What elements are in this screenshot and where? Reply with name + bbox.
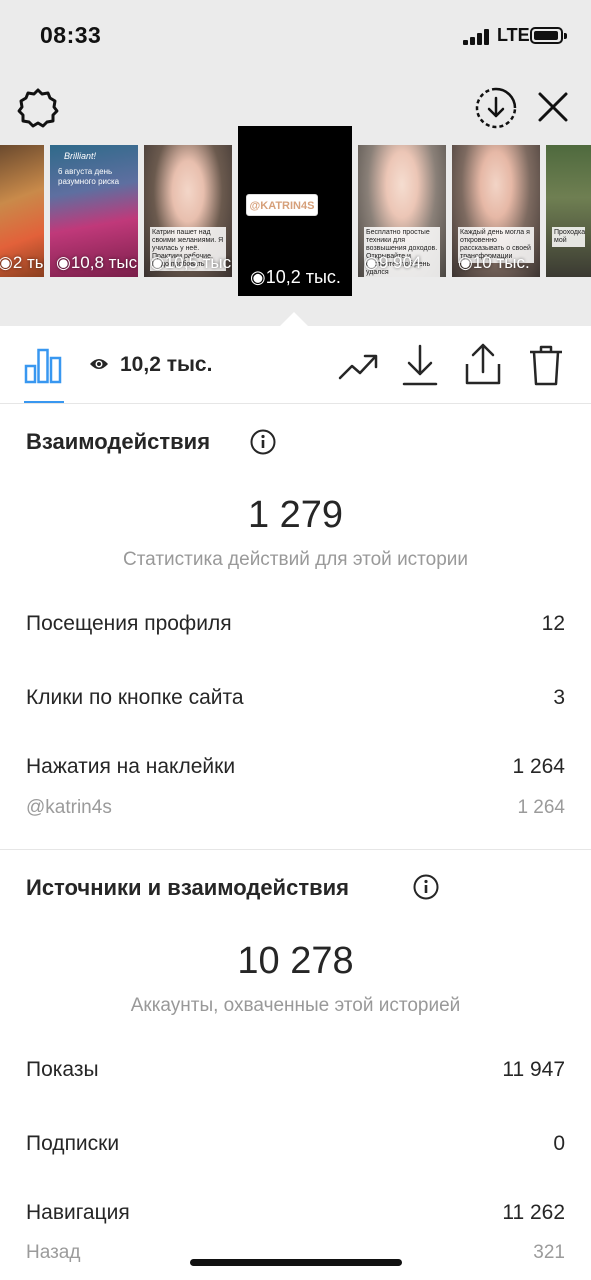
metric-label-follows: Подписки xyxy=(26,1132,120,1155)
story-caption-line: 6 августа день xyxy=(58,167,113,176)
metric-label-website-clicks: Клики по кнопке сайта xyxy=(26,686,244,709)
story-thumbnail[interactable]: ◉2 тыс. xyxy=(0,145,44,277)
metric-label-navigation: Навигация xyxy=(26,1201,130,1224)
download-circle-icon[interactable] xyxy=(474,86,518,130)
metric-label-sticker-taps: Нажатия на наклейки xyxy=(26,755,236,778)
network-label: LTE xyxy=(497,25,530,45)
metric-value-follows: 0 xyxy=(553,1132,565,1155)
story-view-count: ◉10 тыс. xyxy=(458,253,530,272)
eye-icon xyxy=(90,359,108,369)
story-view-count: ◉2 тыс. xyxy=(0,253,44,272)
view-count: 10,2 тыс. xyxy=(120,353,213,376)
metric-label-profile-visits: Посещения профиля xyxy=(26,612,232,635)
metric-label-impressions: Показы xyxy=(26,1058,99,1081)
story-thumbnail[interactable]: Бесплатно простые техники для возвышения… xyxy=(358,145,446,277)
interactions-subtitle: Статистика действий для этой истории xyxy=(122,549,469,570)
discovery-title: Источники и взаимодействия xyxy=(26,875,349,900)
story-view-count: ◉10,5 тыс. xyxy=(150,253,232,272)
sticker-mention-value: 1 264 xyxy=(517,797,565,818)
section-divider xyxy=(0,849,591,850)
sticker-mention-label[interactable]: @katrin4s xyxy=(26,797,112,819)
story-caption-line: разумного риска xyxy=(58,177,120,186)
promote-trend-icon[interactable] xyxy=(338,348,378,384)
close-icon[interactable] xyxy=(534,88,572,126)
metric-value-sticker-taps: 1 264 xyxy=(512,755,565,778)
story-action-bar: 10,2 тыс. xyxy=(0,326,591,404)
download-icon[interactable] xyxy=(402,344,438,386)
story-view-count: ◉10,8 тыс. xyxy=(56,253,138,272)
battery-icon xyxy=(530,27,567,44)
active-tab-indicator xyxy=(24,401,64,403)
signal-icon xyxy=(463,29,493,45)
story-thumbnail[interactable]: Проходка мой xyxy=(546,145,591,277)
insights-bar-chart-icon[interactable] xyxy=(24,348,62,384)
home-indicator[interactable] xyxy=(190,1259,402,1266)
metric-value-impressions: 11 947 xyxy=(502,1058,565,1081)
settings-icon[interactable] xyxy=(16,86,60,130)
story-header: 08:33 LTE ◉2 тыс. Brilliant! 6 августа д… xyxy=(0,0,591,326)
interactions-title: Взаимодействия xyxy=(26,429,211,454)
status-bar: 08:33 LTE xyxy=(0,0,591,72)
status-time: 08:33 xyxy=(40,22,102,48)
metric-value-profile-visits: 12 xyxy=(541,612,565,635)
story-caption: Проходка мой xyxy=(552,227,585,247)
selection-pointer xyxy=(280,312,308,326)
story-thumbnail[interactable]: Brilliant! 6 августа день разумного риск… xyxy=(50,145,138,277)
discovery-total: 10 278 xyxy=(237,940,354,982)
share-icon[interactable] xyxy=(464,342,502,386)
info-icon[interactable] xyxy=(250,429,276,455)
story-thumbnail[interactable]: Катрин пашет над своими желаниями. Я учи… xyxy=(144,145,232,277)
metric-value-website-clicks: 3 xyxy=(553,686,565,709)
trash-icon[interactable] xyxy=(527,344,565,386)
story-thumbnail[interactable]: Каждый день могла я откровенно рассказыв… xyxy=(452,145,540,277)
navigation-back-label: Назад xyxy=(26,1242,81,1263)
story-view-count: ◉9 904 xyxy=(364,253,422,272)
story-view-count: ◉10,2 тыс. xyxy=(250,267,341,287)
story-thumbnail-selected[interactable]: @KATRIN4S ◉10,2 тыс. xyxy=(238,126,352,296)
info-icon[interactable] xyxy=(413,874,439,900)
navigation-back-value: 321 xyxy=(533,1242,565,1263)
metric-value-navigation: 11 262 xyxy=(502,1201,565,1224)
interactions-total: 1 279 xyxy=(247,494,344,536)
mention-sticker: @KATRIN4S xyxy=(246,194,318,216)
discovery-subtitle: Аккаунты, охваченные этой историей xyxy=(130,995,461,1016)
story-caption-line: Brilliant! xyxy=(64,151,97,161)
